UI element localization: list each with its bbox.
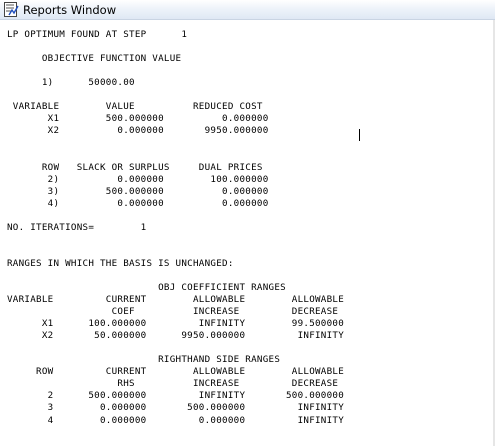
report-line: X1 500.000000 0.000000	[7, 113, 269, 125]
report-line: X2 50.000000 9950.000000 INFINITY	[7, 330, 345, 342]
report-line: RIGHTHAND SIDE RANGES	[7, 354, 281, 366]
report-line: X2 0.000000 9950.000000	[7, 125, 269, 137]
report-line	[7, 342, 344, 354]
report-line	[7, 41, 344, 53]
report-line	[7, 234, 344, 246]
report-line: VARIABLE VALUE REDUCED COST	[7, 101, 263, 113]
report-line: 2) 0.000000 100.000000	[7, 173, 269, 185]
report-line	[7, 65, 344, 77]
report-line	[7, 246, 344, 258]
report-text-area[interactable]: LP OPTIMUM FOUND AT STEP 1 OBJECTIVE FUN…	[7, 29, 344, 427]
report-line: RHS INCREASE DECREASE	[7, 378, 339, 390]
report-line: 4) 0.000000 0.000000	[7, 197, 269, 209]
report-line	[7, 210, 344, 222]
report-line	[7, 149, 344, 161]
report-line: ROW SLACK OR SURPLUS DUAL PRICES	[7, 161, 263, 173]
report-line: OBJECTIVE FUNCTION VALUE	[7, 53, 182, 65]
report-line: VARIABLE CURRENT ALLOWABLE ALLOWABLE	[7, 294, 345, 306]
report-line	[7, 270, 344, 282]
report-line: 2 500.000000 INFINITY 500.000000	[7, 390, 345, 402]
window-title-bar[interactable]: Reports Window	[0, 0, 495, 20]
report-line: 3 0.000000 500.000000 INFINITY	[7, 402, 345, 414]
report-document-icon	[4, 2, 19, 17]
window-title: Reports Window	[23, 3, 117, 17]
report-line: 4 0.000000 0.000000 INFINITY	[7, 414, 345, 426]
report-line: COEF INCREASE DECREASE	[7, 306, 339, 318]
report-line	[7, 89, 344, 101]
report-line: OBJ COEFFICIENT RANGES	[7, 281, 286, 293]
report-line: ROW CURRENT ALLOWABLE ALLOWABLE	[7, 366, 345, 378]
report-line: X1 100.000000 INFINITY 99.500000	[7, 318, 345, 330]
report-line: LP OPTIMUM FOUND AT STEP 1	[7, 29, 188, 40]
report-line: 1) 50000.00	[7, 77, 135, 89]
report-line	[7, 137, 344, 149]
report-line: RANGES IN WHICH THE BASIS IS UNCHANGED:	[7, 257, 234, 269]
report-line: NO. ITERATIONS= 1	[7, 221, 147, 233]
text-cursor	[359, 129, 360, 141]
report-line: 3) 500.000000 0.000000	[7, 185, 269, 197]
